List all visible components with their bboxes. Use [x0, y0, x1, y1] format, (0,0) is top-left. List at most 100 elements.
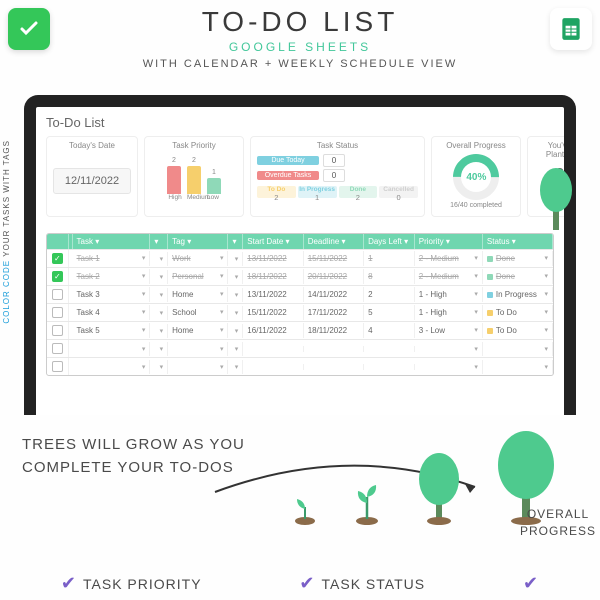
feature-status: ✔TASK STATUS: [299, 573, 425, 594]
checkbox[interactable]: [47, 340, 69, 357]
task-cell[interactable]: Task 5▾: [73, 323, 151, 338]
table-row[interactable]: ▾ ▾ ▾ ▾ ▾ ▾: [47, 339, 553, 357]
checkbox[interactable]: ✓: [47, 268, 69, 285]
priority-cell[interactable]: 3 - Low▾: [415, 323, 483, 338]
start-cell[interactable]: 18/11/2022: [243, 269, 303, 284]
date-value[interactable]: 12/11/2022: [53, 168, 131, 194]
sprout-2-icon: [350, 475, 384, 525]
table-header: Task ▾▾Tag ▾▾Start Date ▾Deadline ▾Days …: [47, 234, 553, 249]
start-cell[interactable]: [243, 364, 303, 370]
status-cell[interactable]: To Do▾: [483, 323, 553, 338]
check-icon: ✔: [523, 573, 539, 594]
feature-progress: ✔: [523, 573, 539, 594]
feature-priority: ✔TASK PRIORITY: [61, 573, 202, 594]
task-cell[interactable]: Task 1▾: [73, 251, 151, 266]
page-title: TO-DO LIST: [0, 6, 600, 38]
header: TO-DO LIST GOOGLE SHEETS WITH CALENDAR +…: [0, 0, 600, 70]
spreadsheet-screen: To-Do List Today's Date 12/11/2022 Task …: [24, 95, 576, 415]
date-label: Today's Date: [53, 141, 131, 150]
tag-cell[interactable]: ▾: [168, 342, 228, 356]
days-cell: 1: [364, 251, 415, 266]
task-cell[interactable]: Task 3▾: [73, 287, 151, 302]
days-cell: 2: [364, 287, 415, 302]
task-cell[interactable]: Task 4▾: [73, 305, 151, 320]
checkbox[interactable]: [47, 358, 69, 375]
table-row[interactable]: ✓ Task 2▾ ▾ Personal▾ ▾ 18/11/2022 20/11…: [47, 267, 553, 285]
days-cell: [364, 346, 415, 352]
progress-ring: 40%: [443, 144, 508, 209]
status-cell[interactable]: ▾: [483, 342, 553, 356]
status-cell[interactable]: Done▾: [483, 269, 553, 284]
priority-chart: 221: [151, 154, 237, 194]
priority-title: Task Priority: [151, 141, 237, 150]
tag-cell[interactable]: Home▾: [168, 323, 228, 338]
priority-cell[interactable]: 2 - Medium▾: [415, 269, 483, 284]
status-cell[interactable]: In Progress▾: [483, 287, 553, 302]
deadline-cell[interactable]: 14/11/2022: [304, 287, 364, 302]
decor-tree-right: [536, 160, 576, 235]
app-title: To-Do List: [46, 115, 554, 130]
days-cell: [364, 364, 415, 370]
checkbox[interactable]: ✓: [47, 250, 69, 267]
deadline-cell[interactable]: 17/11/2022: [304, 305, 364, 320]
deadline-cell[interactable]: [304, 364, 364, 370]
table-row[interactable]: Task 4▾ ▾ School▾ ▾ 15/11/2022 17/11/202…: [47, 303, 553, 321]
progress-card: Overall Progress 40% 16/40 completed: [431, 136, 521, 217]
status-rows: Due Today0Overdue Tasks0: [257, 154, 418, 182]
start-cell[interactable]: [243, 346, 303, 352]
priority-card: Task Priority 221 HighMediumLow: [144, 136, 244, 217]
tree-small-icon: [414, 445, 464, 525]
progress-title: Overall Progress: [438, 141, 514, 150]
priority-cell[interactable]: 2 - Medium▾: [415, 251, 483, 266]
task-table[interactable]: Task ▾▾Tag ▾▾Start Date ▾Deadline ▾Days …: [46, 233, 554, 376]
table-row[interactable]: Task 3▾ ▾ Home▾ ▾ 13/11/2022 14/11/2022 …: [47, 285, 553, 303]
status-cell[interactable]: Done▾: [483, 251, 553, 266]
deadline-cell[interactable]: [304, 346, 364, 352]
overall-progress-label: OVERALL PROGRESS: [520, 506, 596, 540]
checkbox[interactable]: [47, 322, 69, 339]
deadline-cell[interactable]: 18/11/2022: [304, 323, 364, 338]
tag-cell[interactable]: Personal▾: [168, 269, 228, 284]
tag-cell[interactable]: School▾: [168, 305, 228, 320]
check-icon: ✔: [299, 573, 315, 594]
task-cell[interactable]: ▾: [73, 342, 151, 356]
dashboard-row: Today's Date 12/11/2022 Task Priority 22…: [46, 136, 554, 217]
task-cell[interactable]: Task 2▾: [73, 269, 151, 284]
priority-cell[interactable]: ▾: [415, 360, 483, 374]
deadline-cell[interactable]: 15/11/2022: [304, 251, 364, 266]
check-icon: ✔: [61, 573, 77, 594]
table-row[interactable]: ▾ ▾ ▾ ▾ ▾ ▾: [47, 357, 553, 375]
tag-cell[interactable]: Work▾: [168, 251, 228, 266]
side-caption: COLOR CODE YOUR TASKS WITH TAGS: [2, 140, 11, 324]
priority-cell[interactable]: 1 - High▾: [415, 305, 483, 320]
priority-cell[interactable]: ▾: [415, 342, 483, 356]
tag-cell[interactable]: Home▾: [168, 287, 228, 302]
priority-cell[interactable]: 1 - High▾: [415, 287, 483, 302]
table-row[interactable]: Task 5▾ ▾ Home▾ ▾ 16/11/2022 18/11/2022 …: [47, 321, 553, 339]
page-subtitle: GOOGLE SHEETS: [0, 40, 600, 54]
priority-labels: HighMediumLow: [151, 194, 237, 201]
days-cell: 5: [364, 305, 415, 320]
progress-sub: 16/40 completed: [438, 202, 514, 209]
google-sheets-icon: [558, 16, 584, 42]
status-cell[interactable]: To Do▾: [483, 305, 553, 320]
checkbox[interactable]: [47, 304, 69, 321]
sheets-badge: [550, 8, 592, 50]
status-card: Task Status Due Today0Overdue Tasks0 To …: [250, 136, 425, 217]
checkmark-badge: [8, 8, 50, 50]
start-cell[interactable]: 16/11/2022: [243, 323, 303, 338]
status-bottom: To Do2In Progress1Done2Cancelled0: [257, 186, 418, 198]
tag-cell[interactable]: ▾: [168, 360, 228, 374]
start-cell[interactable]: 15/11/2022: [243, 305, 303, 320]
status-cell[interactable]: ▾: [483, 360, 553, 374]
start-cell[interactable]: 13/11/2022: [243, 287, 303, 302]
checkbox[interactable]: [47, 286, 69, 303]
table-body: ✓ Task 1▾ ▾ Work▾ ▾ 13/11/2022 15/11/202…: [47, 249, 553, 375]
sprout-1-icon: [290, 489, 320, 525]
table-row[interactable]: ✓ Task 1▾ ▾ Work▾ ▾ 13/11/2022 15/11/202…: [47, 249, 553, 267]
task-cell[interactable]: ▾: [73, 360, 151, 374]
page-tagline: WITH CALENDAR + WEEKLY SCHEDULE VIEW: [0, 58, 600, 70]
deadline-cell[interactable]: 20/11/2022: [304, 269, 364, 284]
start-cell[interactable]: 13/11/2022: [243, 251, 303, 266]
planted-title: You've Planted: [534, 141, 576, 159]
